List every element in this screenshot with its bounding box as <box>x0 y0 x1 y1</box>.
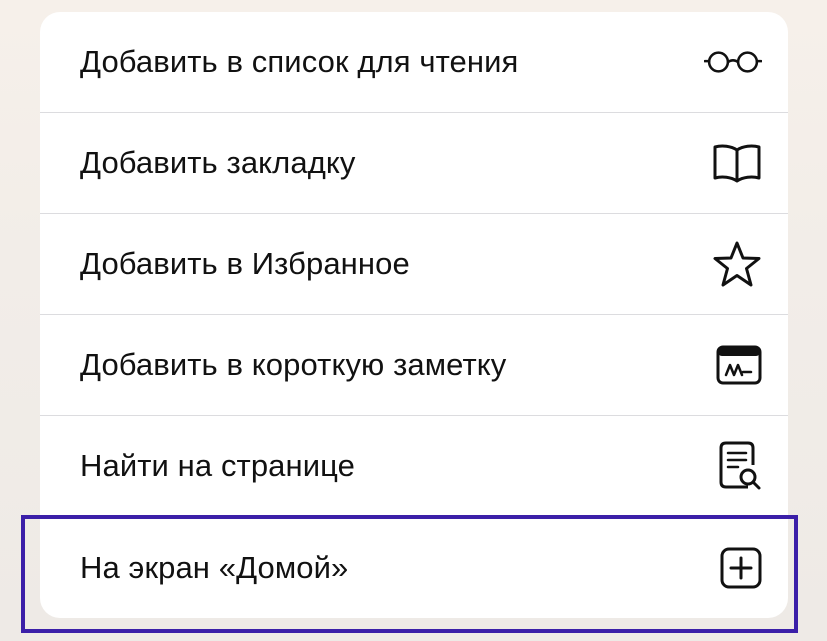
add-square-icon <box>704 539 762 597</box>
menu-item-label: Найти на странице <box>80 448 356 483</box>
star-icon <box>704 235 762 293</box>
menu-item-label: На экран «Домой» <box>80 549 349 585</box>
menu-item-add-to-reading-list[interactable]: Добавить в список для чтения <box>40 12 788 113</box>
menu-item-find-on-page[interactable]: Найти на странице <box>40 416 788 517</box>
menu-item-label: Добавить в Избранное <box>80 246 410 281</box>
bookmark-book-icon <box>704 134 762 192</box>
quick-note-icon <box>704 336 762 394</box>
find-on-page-icon <box>704 437 762 495</box>
menu-item-label: Добавить в список для чтения <box>80 44 519 79</box>
menu-item-add-bookmark[interactable]: Добавить закладку <box>40 113 788 214</box>
share-menu: Добавить в список для чтения Добавить за… <box>40 12 788 618</box>
menu-item-add-to-quick-note[interactable]: Добавить в короткую заметку <box>40 315 788 416</box>
menu-item-add-to-home-screen[interactable]: На экран «Домой» <box>40 517 788 618</box>
reading-list-glasses-icon <box>704 33 762 91</box>
menu-item-label: Добавить в короткую заметку <box>80 347 507 382</box>
menu-item-add-to-favorites[interactable]: Добавить в Избранное <box>40 214 788 315</box>
menu-item-label: Добавить закладку <box>80 145 356 180</box>
